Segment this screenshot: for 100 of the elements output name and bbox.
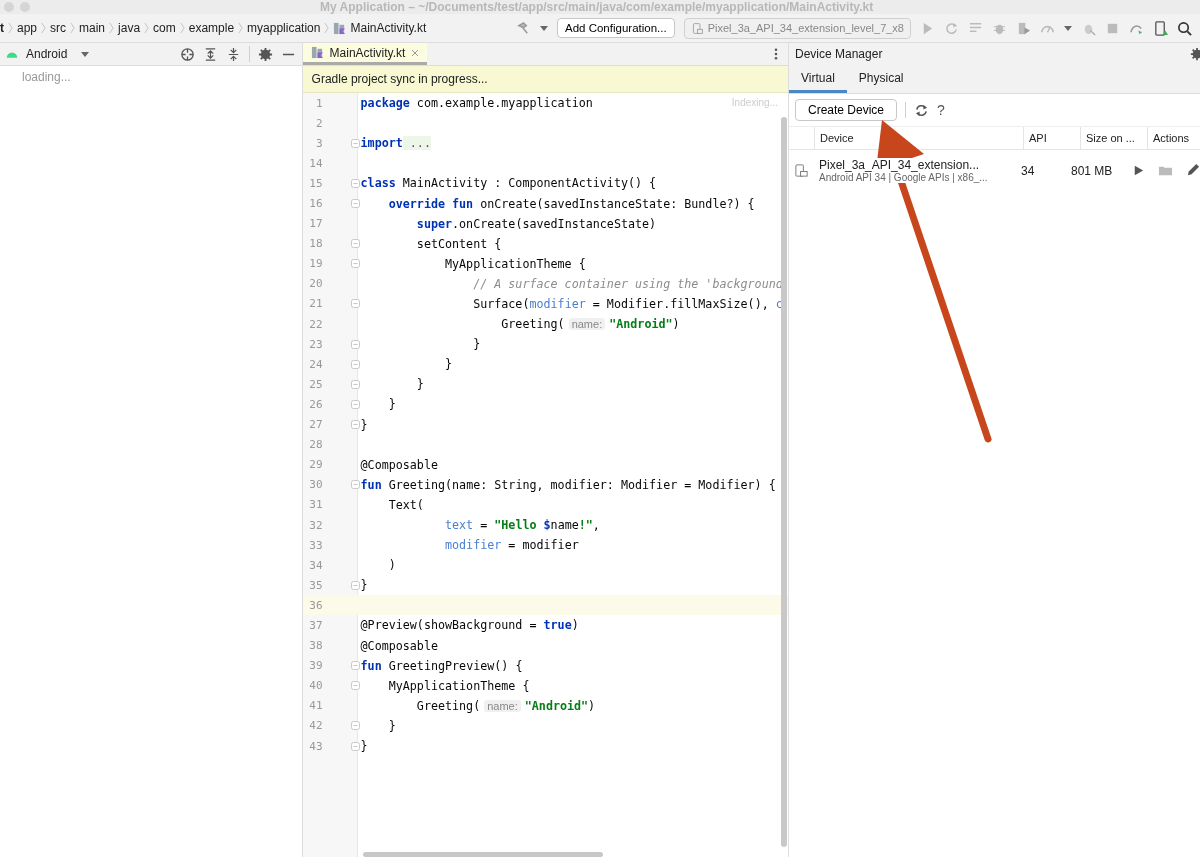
breadcrumb[interactable]: src: [50, 21, 67, 35]
fold-marker-icon[interactable]: [350, 480, 360, 490]
device-manager-icon[interactable]: [1153, 20, 1168, 36]
chevron-icon: [41, 22, 47, 34]
code-line: @Composable: [360, 457, 438, 472]
line-number: 15: [308, 176, 323, 190]
line-number: 18: [308, 237, 323, 251]
line-number: 19: [308, 257, 323, 271]
breadcrumb[interactable]: MainActivity.kt: [350, 21, 427, 35]
code-line: Text(: [387, 497, 424, 512]
settings-icon[interactable]: [1190, 47, 1200, 61]
fold-marker-icon[interactable]: [350, 399, 360, 409]
chevron-icon: [238, 22, 244, 34]
code-line: text = "Hello $name!",: [444, 518, 600, 532]
loading-text: loading...: [21, 69, 72, 86]
fold-marker-icon[interactable]: [350, 379, 360, 389]
code-line: modifier = modifier: [444, 538, 579, 553]
line-number: 23: [308, 337, 323, 351]
code-line: }: [387, 397, 396, 412]
scrollbar[interactable]: [781, 117, 787, 847]
target-icon[interactable]: [179, 46, 195, 62]
code-line: @Composable: [360, 638, 438, 653]
tab[interactable]: Physical: [846, 65, 916, 93]
column-header[interactable]: Size on ...: [1080, 127, 1147, 149]
more-icon[interactable]: [774, 48, 778, 60]
code-line: Greeting( name: "Android"): [500, 317, 680, 332]
caret-icon[interactable]: [1064, 25, 1072, 31]
rerun-icon[interactable]: [944, 20, 959, 36]
code-line: }: [415, 377, 424, 392]
chevron-icon: [179, 22, 185, 34]
breadcrumb[interactable]: example: [188, 21, 235, 35]
panel-title: Device Manager: [795, 47, 883, 61]
fold-marker-icon[interactable]: [350, 721, 360, 731]
column-header[interactable]: API: [1023, 127, 1080, 149]
fold-marker-icon[interactable]: [350, 199, 360, 208]
fold-marker-icon[interactable]: [350, 359, 360, 369]
line-number: 2: [314, 116, 323, 130]
breadcrumb[interactable]: myapplication: [247, 21, 321, 35]
chevron-icon: [144, 22, 150, 34]
device-details: Android API 34 | Google APIs | x86_...: [819, 172, 988, 183]
line-number: 40: [308, 679, 323, 693]
line-number: 26: [308, 397, 323, 411]
kotlin-file-icon: [333, 21, 347, 35]
breadcrumb[interactable]: main: [79, 21, 106, 35]
line-number: 42: [308, 719, 323, 733]
line-number: 37: [308, 619, 323, 632]
caret-icon[interactable]: [81, 51, 90, 57]
help-button[interactable]: ?: [937, 102, 945, 118]
fold-marker-icon[interactable]: [350, 259, 360, 269]
table-cell-text: 801 MB: [1070, 163, 1114, 178]
fold-marker-icon[interactable]: [350, 681, 360, 691]
search-icon[interactable]: [1177, 20, 1192, 36]
line-number: 33: [308, 538, 323, 552]
line-number: 21: [308, 297, 323, 311]
refresh-icon[interactable]: [914, 102, 930, 118]
scrollbar[interactable]: [362, 852, 603, 857]
close-icon[interactable]: [411, 48, 420, 57]
line-number: 36: [308, 598, 323, 612]
line-number: 43: [308, 739, 323, 753]
fold-marker-icon[interactable]: [350, 138, 360, 148]
phone-icon: [794, 163, 809, 178]
project-view-selector[interactable]: Android: [26, 47, 68, 61]
fold-marker-icon[interactable]: [350, 661, 360, 671]
create-device-button[interactable]: Create Device: [795, 99, 898, 121]
code-line: Greeting( name: "Android"): [415, 698, 596, 713]
line-number: 27: [308, 418, 323, 432]
line-number: 30: [308, 478, 323, 492]
fold-marker-icon[interactable]: [350, 239, 360, 249]
line-number: 39: [308, 659, 323, 673]
line-number: 14: [308, 156, 323, 170]
fold-marker-icon[interactable]: [350, 420, 360, 430]
pencil-icon[interactable]: [1185, 163, 1200, 178]
fold-marker-icon[interactable]: [350, 339, 360, 349]
fold-marker-icon[interactable]: [350, 299, 360, 309]
settings-icon[interactable]: [257, 46, 273, 62]
table-cell-text: 34: [1020, 163, 1036, 178]
breadcrumb[interactable]: java: [118, 21, 141, 35]
caret-icon[interactable]: [540, 25, 548, 31]
code-line: }: [387, 718, 396, 733]
column-header[interactable]: Actions: [1147, 127, 1200, 149]
line-number: 1: [314, 96, 323, 110]
sync-banner: Gradle project sync in progress...: [302, 66, 788, 93]
editor-tab[interactable]: MainActivity.kt: [302, 43, 428, 65]
fold-marker-icon[interactable]: [350, 580, 360, 590]
line-number: 25: [308, 377, 323, 391]
phone-icon: [690, 21, 704, 35]
breadcrumb[interactable]: app: [17, 21, 38, 35]
line-number: 31: [308, 498, 323, 512]
code-line: }: [360, 417, 368, 432]
code-line: }: [360, 739, 368, 754]
line-number: 32: [308, 518, 323, 532]
tab[interactable]: Virtual: [789, 65, 847, 93]
line-number: 28: [308, 438, 323, 452]
breadcrumb[interactable]: t: [0, 21, 4, 35]
fold-marker-icon[interactable]: [350, 178, 360, 188]
code-line: fun GreetingPreview() {: [360, 658, 523, 673]
breadcrumb[interactable]: com: [153, 21, 176, 35]
add-configuration-button[interactable]: Add Configuration...: [557, 18, 675, 38]
line-number: 20: [308, 277, 323, 291]
fold-marker-icon[interactable]: [350, 741, 360, 751]
